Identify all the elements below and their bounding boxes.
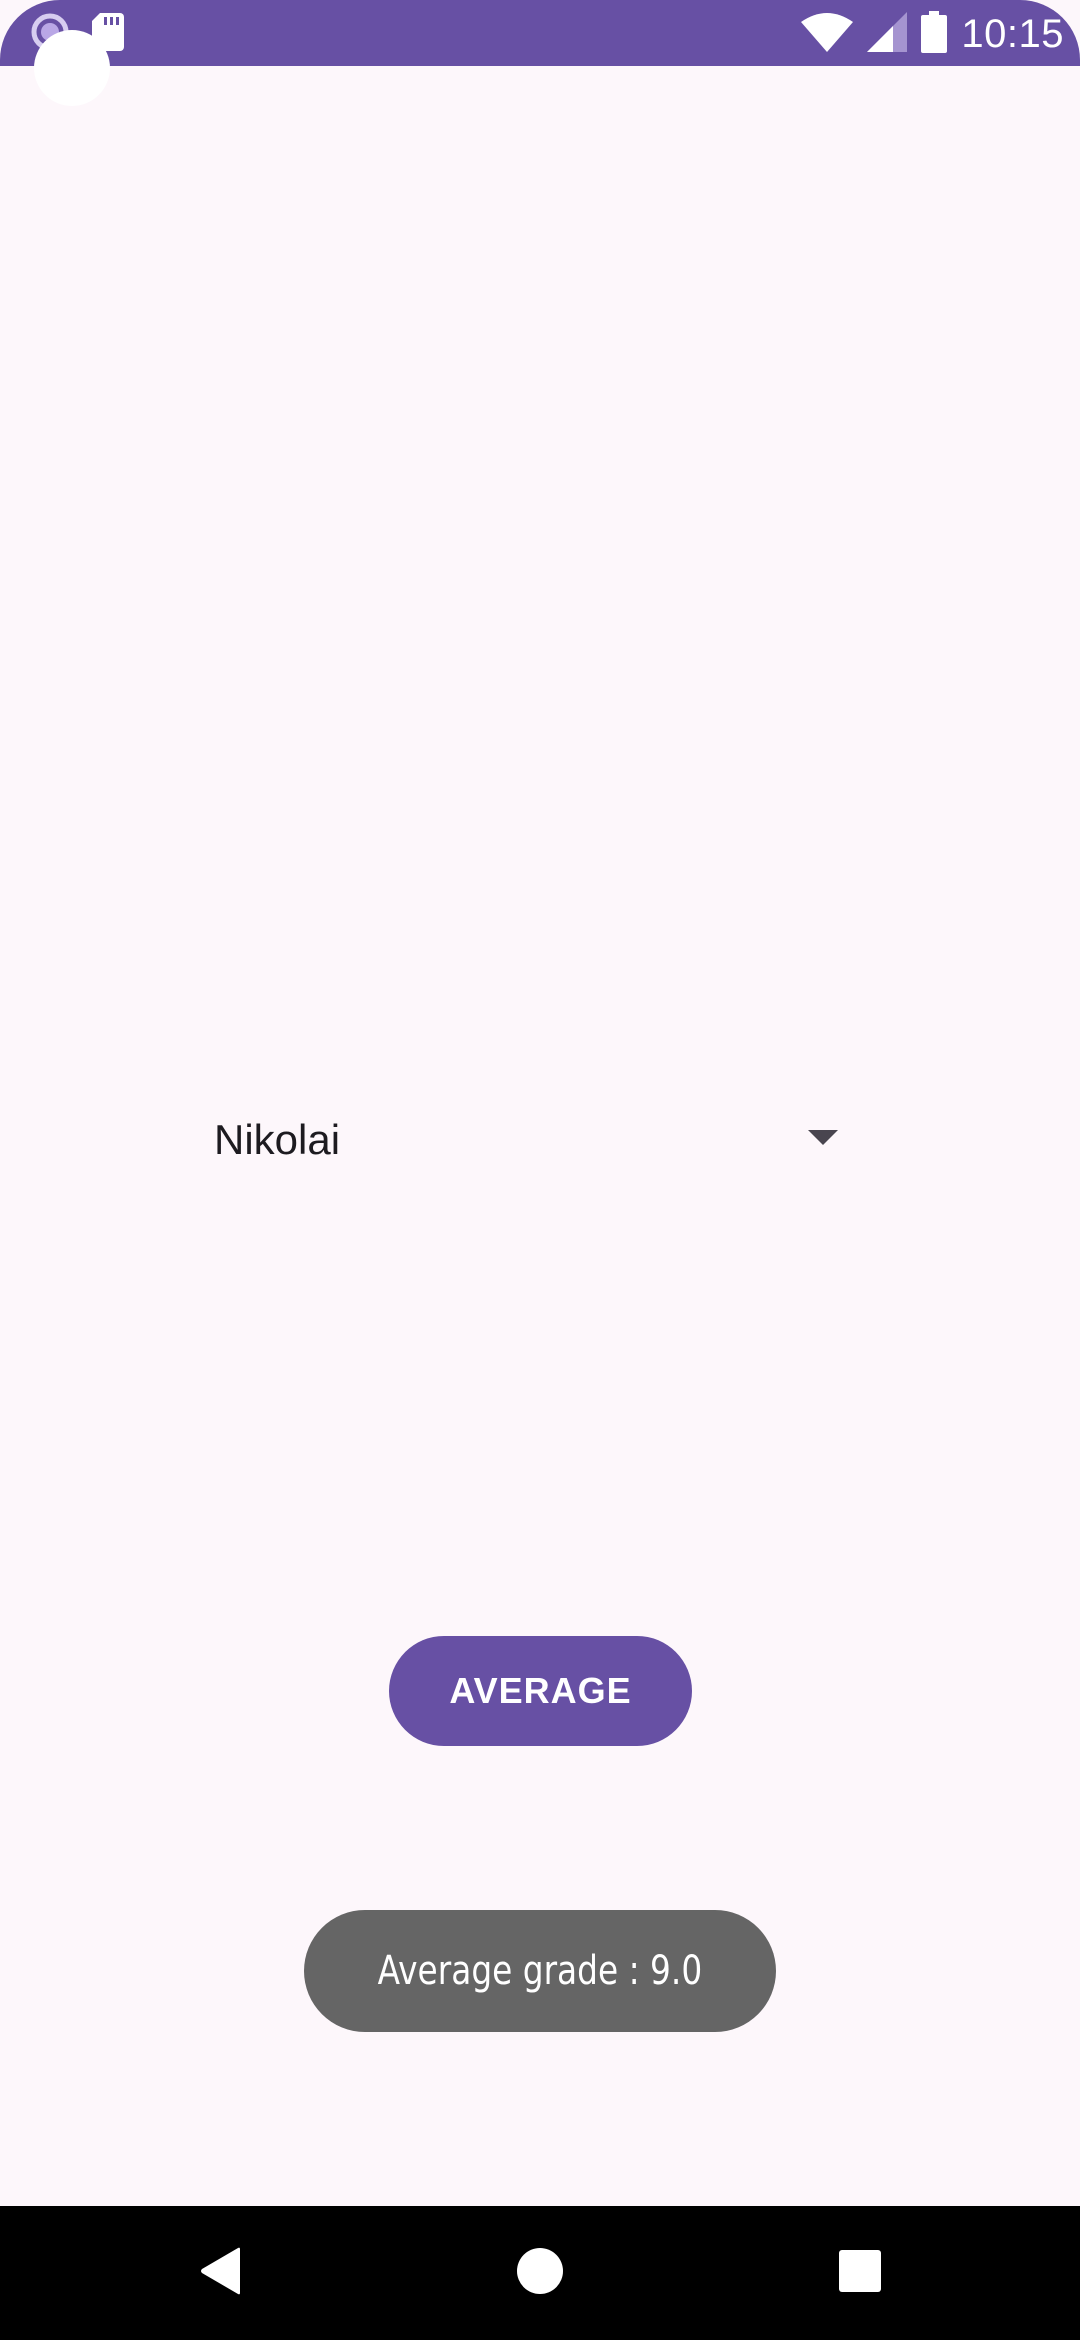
- wifi-icon: [801, 12, 854, 57]
- status-clock: 10:15: [961, 11, 1064, 56]
- spinner-selected-value: Nikolai: [214, 1116, 341, 1163]
- average-button[interactable]: AVERAGE: [389, 1636, 692, 1746]
- camera-cutout: [34, 30, 110, 106]
- home-button[interactable]: [470, 2206, 610, 2340]
- battery-icon: [921, 10, 948, 58]
- navigation-bar: [0, 2206, 1080, 2340]
- back-button[interactable]: [150, 2206, 290, 2340]
- recents-icon: [839, 2249, 881, 2297]
- student-spinner[interactable]: Nikolai: [196, 1102, 856, 1178]
- home-icon: [516, 2247, 564, 2300]
- recents-button[interactable]: [790, 2206, 930, 2340]
- app-screen: 10:15 Nikolai AVERAGE Average grade : 9.…: [0, 0, 1080, 2340]
- toast-message: Average grade : 9.0: [377, 1948, 703, 1994]
- toast: Average grade : 9.0: [304, 1910, 776, 2032]
- status-bar: 10:15: [0, 0, 1080, 66]
- cell-signal-icon: [867, 11, 908, 57]
- back-icon: [198, 2247, 242, 2300]
- status-bar-right: 10:15: [801, 6, 1064, 62]
- dropdown-arrow-icon: [808, 1130, 838, 1145]
